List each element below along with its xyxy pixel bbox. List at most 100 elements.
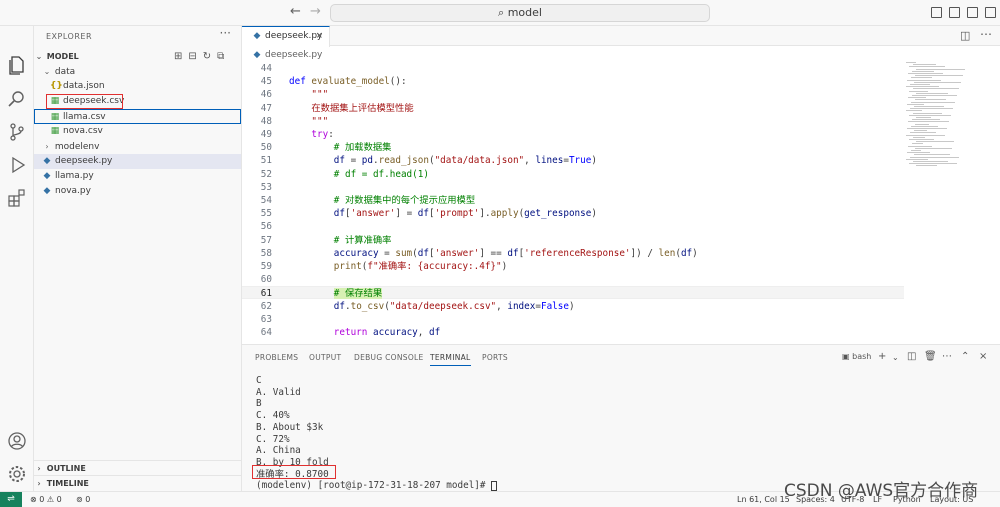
source-control-icon[interactable] — [6, 121, 28, 143]
terminal-shell-selector[interactable]: ▣ bash — [842, 352, 871, 361]
run-debug-icon[interactable] — [6, 154, 28, 176]
more-actions-icon[interactable]: ··· — [220, 26, 231, 40]
line-number: 63 — [260, 313, 272, 325]
gear-icon[interactable] — [6, 463, 28, 485]
code-editor[interactable]: 44 45 def evaluate_model(): 46 """ 47 在数据集上评… — [242, 62, 904, 342]
cursor-position[interactable]: Ln 61, Col 15 — [737, 492, 790, 507]
split-terminal-icon[interactable]: ◫ — [907, 351, 916, 362]
terminal-line: B. About $3k — [256, 421, 324, 433]
breadcrumb: ◆ deepseek.py — [252, 50, 323, 60]
terminal-line: C. 40% — [256, 410, 290, 422]
minimap-stroke — [909, 163, 957, 165]
tab-ports[interactable]: PORTS — [482, 353, 508, 362]
code-text: df['answer'] = df['prompt'].apply(get_re… — [333, 208, 597, 220]
line-number: 52 — [260, 168, 272, 180]
new-terminal-icon[interactable]: + — [878, 351, 886, 362]
close-icon[interactable]: × — [315, 27, 323, 46]
code-line[interactable]: 44 — [242, 62, 904, 75]
code-line[interactable]: 49 try: — [242, 128, 904, 141]
code-line[interactable]: 64 return accuracy, df — [242, 326, 904, 339]
tab-terminal[interactable]: TERMINAL — [430, 353, 471, 366]
code-line[interactable]: 57 # 计算准确率 — [242, 234, 904, 247]
minimap-stroke — [914, 81, 961, 83]
code-line[interactable]: 51 df = pd.read_json("data/data.json", l… — [242, 154, 904, 167]
account-icon[interactable] — [6, 430, 28, 452]
minimap-stroke — [912, 95, 957, 96]
line-number: 47 — [260, 102, 272, 114]
error-icon: ⊗ — [30, 495, 37, 504]
tree-file-deepseek-py[interactable]: ◆ deepseek.py — [34, 154, 241, 169]
terminal-line: B. by 10 fold — [256, 456, 329, 468]
problems-status[interactable]: ⊗ 0 ⚠ 0 — [30, 492, 62, 507]
code-line[interactable]: 59 print(f"准确率: {accuracy:.4f}") — [242, 260, 904, 273]
tree-file-nova-csv[interactable]: ▦ nova.csv — [34, 124, 241, 139]
code-line[interactable]: 54 # 对数据集中的每个提示应用模型 — [242, 194, 904, 207]
bottom-panel: PROBLEMS OUTPUT DEBUG CONSOLE TERMINAL P… — [242, 344, 1000, 491]
code-text: """ — [289, 115, 329, 127]
minimap-stroke — [916, 68, 965, 70]
toggle-secondary-sidebar-icon[interactable] — [967, 7, 978, 18]
code-text: # 加载数据集 — [333, 142, 392, 154]
tree-folder-modelenv[interactable]: › modelenv — [34, 139, 241, 154]
code-line[interactable]: 61 # 保存结果 — [242, 286, 904, 300]
line-number: 45 — [260, 76, 272, 88]
tree-file-llama-py[interactable]: ◆ llama.py — [34, 169, 241, 184]
code-line[interactable]: 53 — [242, 181, 904, 194]
tab-output[interactable]: OUTPUT — [309, 353, 341, 362]
close-icon[interactable]: × — [979, 351, 987, 362]
code-line[interactable]: 46 """ — [242, 88, 904, 101]
explorer-actions[interactable]: ⊞⊟↻⧉ — [174, 49, 230, 64]
code-line[interactable]: 47 在数据集上评估模型性能 — [242, 102, 904, 115]
minimap-stroke — [912, 119, 940, 121]
tree-file-data-json[interactable]: {}data.json — [34, 79, 241, 94]
toggle-sidebar-icon[interactable] — [931, 7, 942, 18]
ports-status[interactable]: ⊚ 0 — [76, 492, 90, 507]
code-line[interactable]: 55 df['answer'] = df['prompt'].apply(get… — [242, 207, 904, 220]
code-line[interactable]: 58 accuracy = sum(df['answer'] == df['re… — [242, 247, 904, 260]
tab-debug-console[interactable]: DEBUG CONSOLE — [354, 353, 424, 362]
customize-layout-icon[interactable] — [985, 7, 996, 18]
code-line[interactable]: 62 df.to_csv("data/deepseek.csv", index=… — [242, 300, 904, 313]
code-line[interactable]: 48 """ — [242, 115, 904, 128]
files-icon[interactable] — [6, 54, 28, 76]
tree-file-nova-py[interactable]: ◆ nova.py — [34, 184, 241, 199]
terminal-scrollbar[interactable] — [992, 385, 996, 465]
tree-item-label: data — [54, 67, 76, 77]
minimap-stroke — [908, 97, 926, 99]
arrow-right-icon[interactable]: → — [310, 4, 321, 19]
minimap-stroke — [915, 99, 946, 101]
terminal-line: C — [256, 375, 262, 386]
maximize-panel-icon[interactable]: ⌃ — [961, 351, 969, 362]
breadcrumb-file[interactable]: deepseek.py — [265, 50, 322, 60]
search-icon[interactable] — [6, 88, 28, 110]
outline-section[interactable]: › OUTLINE — [34, 460, 241, 476]
arrow-left-icon[interactable]: ← — [290, 4, 301, 19]
tab-deepseek-py[interactable]: ◆ deepseek.py × — [242, 26, 330, 47]
extensions-icon[interactable] — [6, 187, 28, 209]
code-line[interactable]: 52 # df = df.head(1) — [242, 168, 904, 181]
code-line[interactable]: 45 def evaluate_model(): — [242, 75, 904, 88]
minimap-stroke — [915, 75, 963, 77]
tree-file-llama-csv[interactable]: ▦ llama.csv — [34, 109, 241, 124]
terminal-line: A. Valid — [256, 386, 301, 398]
tab-problems[interactable]: PROBLEMS — [255, 353, 298, 362]
tree-folder-data[interactable]: ⌄ data — [34, 64, 241, 79]
split-editor-icon[interactable]: ◫ — [960, 29, 970, 42]
chevron-down-icon[interactable]: ⌄ — [892, 353, 899, 362]
remote-icon[interactable]: ⇌ — [0, 492, 22, 507]
trash-icon[interactable]: 🗑 — [924, 351, 937, 362]
toggle-panel-icon[interactable] — [949, 7, 960, 18]
timeline-section[interactable]: › TIMELINE — [34, 475, 241, 491]
minimap-stroke — [908, 73, 943, 74]
code-line[interactable]: 63 — [242, 313, 904, 326]
more-actions-icon[interactable]: ⋯ — [942, 351, 952, 362]
code-line[interactable]: 60 — [242, 273, 904, 286]
workspace-folder-model[interactable]: ⌄ MODEL ⊞⊟↻⧉ — [34, 49, 241, 64]
code-line[interactable]: 56 — [242, 220, 904, 233]
code-line[interactable]: 50 # 加载数据集 — [242, 141, 904, 154]
command-center-search[interactable]: ⌕ model — [330, 4, 710, 22]
minimap[interactable] — [906, 62, 986, 172]
line-number: 55 — [260, 208, 272, 220]
more-actions-icon[interactable]: ⋯ — [980, 27, 992, 41]
minimap-stroke — [910, 156, 959, 158]
